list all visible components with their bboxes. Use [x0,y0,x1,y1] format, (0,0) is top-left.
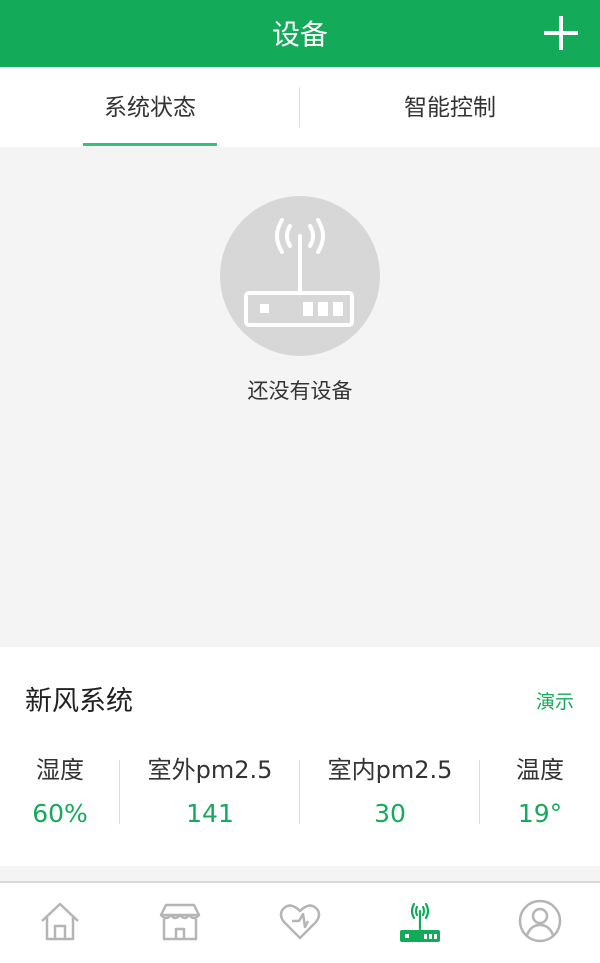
tab-bar: 系统状态 智能控制 [0,67,600,147]
user-icon [518,899,562,943]
heart-icon [279,904,321,940]
stat-label: 室内pm2.5 [327,756,453,784]
stat-indoor-pm25: 室内pm2.5 30 [300,750,480,830]
store-icon [159,903,201,941]
active-tab-indicator [83,143,217,146]
router-icon [400,902,440,942]
page-title: 设备 [271,18,328,51]
stat-value: 19° [517,799,563,828]
empty-message: 还没有设备 [247,379,353,403]
home-icon [41,902,79,941]
fresh-air-card: 新风系统 演示 湿度 60% 室外pm2.5 141 室内pm2.5 30 温度… [0,647,600,866]
nav-devices[interactable] [360,883,480,963]
stat-value: 141 [186,799,234,828]
nav-home[interactable] [0,883,120,963]
stat-label: 湿度 [36,756,84,784]
tab-smart-control[interactable]: 智能控制 [300,67,600,147]
bottom-nav [0,881,600,963]
card-title: 新风系统 [25,686,133,717]
nav-health[interactable] [240,883,360,963]
stat-humidity: 湿度 60% [0,750,120,830]
nav-profile[interactable] [480,883,600,963]
add-device-button[interactable] [542,14,580,52]
stat-label: 室外pm2.5 [147,756,273,784]
stat-outdoor-pm25: 室外pm2.5 141 [120,750,300,830]
stat-temperature: 温度 19° [480,750,600,830]
empty-state: 还没有设备 [0,147,600,647]
stat-value: 60% [32,799,88,828]
top-app-bar: 设备 [0,0,600,67]
stat-value: 30 [374,799,406,828]
demo-link[interactable]: 演示 [536,687,574,714]
tab-system-status[interactable]: 系统状态 [0,67,300,147]
stat-label: 温度 [516,756,564,784]
nav-store[interactable] [120,883,240,963]
router-icon [220,196,380,356]
